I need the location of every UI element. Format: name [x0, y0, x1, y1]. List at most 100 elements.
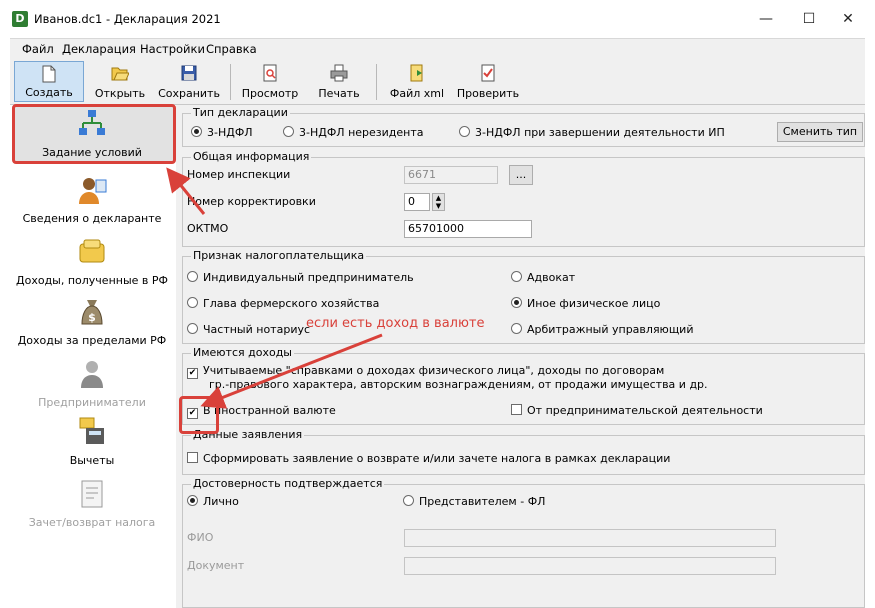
- create-label: Создать: [25, 86, 73, 99]
- correction-input[interactable]: 0: [404, 193, 430, 211]
- save-label: Сохранить: [158, 87, 220, 100]
- preview-label: Просмотр: [241, 87, 299, 100]
- group-title: Общая информация: [191, 150, 312, 163]
- radio-label: Глава фермерского хозяйства: [203, 297, 380, 310]
- deductions-icon: [79, 417, 104, 444]
- checkbox-certified-income[interactable]: ✔ Учитываемые "справками о доходах физиче…: [187, 364, 664, 379]
- nav-item-label: Задание условий: [42, 146, 142, 159]
- radio-dot: [511, 323, 522, 334]
- checkbox-application[interactable]: Сформировать заявление о возврате и/или …: [187, 452, 670, 465]
- check-document-icon: [481, 64, 495, 82]
- menu-help[interactable]: Справка: [206, 42, 257, 56]
- nav-item-label: Доходы за пределами РФ: [17, 334, 167, 347]
- fio-label: ФИО: [187, 531, 214, 544]
- coins-icon: [79, 239, 105, 263]
- certified-income-line2: гр.-правового характера, авторским возна…: [209, 378, 708, 391]
- menu-declaration[interactable]: Декларация: [62, 42, 136, 56]
- nav-item-label: Доходы, полученные в РФ: [16, 274, 168, 287]
- checkbox-business-income[interactable]: От предпринимательской деятельности: [511, 404, 763, 417]
- application-group: Данные заявления Сформировать заявление …: [182, 428, 865, 475]
- radio-3ndfl[interactable]: 3-НДФЛ: [191, 126, 253, 139]
- authenticity-group: Достоверность подтверждается Лично Предс…: [182, 477, 865, 608]
- window-title: Иванов.dc1 - Декларация 2021: [34, 12, 221, 26]
- checkbox-label: Сформировать заявление о возврате и/или …: [203, 452, 671, 465]
- oktmo-input[interactable]: 65701000: [404, 220, 532, 238]
- checkbox-highlight-frame: [179, 396, 219, 434]
- radio-dot: [511, 297, 522, 308]
- close-button[interactable]: ✕: [825, 6, 871, 32]
- radio-label: Представителем - ФЛ: [419, 495, 546, 508]
- toolbar-separator: [230, 64, 231, 100]
- radio-dot: [511, 271, 522, 282]
- menu-settings[interactable]: Настройки: [140, 42, 205, 56]
- nav-item-refund[interactable]: Зачет/возврат налога: [10, 474, 174, 544]
- radio-label: Арбитражный управляющий: [527, 323, 694, 336]
- person-icon: [79, 178, 107, 204]
- save-button[interactable]: Сохранить: [154, 61, 224, 102]
- radio-individual-entrepreneur[interactable]: Индивидуальный предприниматель: [187, 271, 414, 284]
- checkbox-box: [187, 452, 198, 463]
- radio-label: 3-НДФЛ нерезидента: [299, 126, 424, 139]
- checkbox-box: [511, 404, 522, 415]
- main-panel: Тип декларации 3-НДФЛ 3-НДФЛ нерезидента…: [176, 105, 865, 608]
- radio-label: Частный нотариус: [203, 323, 311, 336]
- xml-file-icon: [410, 64, 423, 82]
- radio-notary[interactable]: Частный нотариус: [187, 323, 310, 336]
- radio-dot: [187, 495, 198, 506]
- open-label: Открыть: [94, 87, 146, 100]
- radio-personally[interactable]: Лично: [187, 495, 239, 508]
- radio-dot: [187, 323, 198, 334]
- nav-item-income-abroad[interactable]: $ Доходы за пределами РФ: [10, 292, 174, 362]
- refund-document-icon: [81, 480, 103, 508]
- checkbox-label: От предпринимательской деятельности: [527, 404, 763, 417]
- radio-3ndfl-ip-closing[interactable]: 3-НДФЛ при завершении деятельности ИП: [459, 126, 725, 139]
- radio-dot: [459, 126, 470, 137]
- preview-button[interactable]: Просмотр: [236, 61, 304, 102]
- radio-dot: [283, 126, 294, 137]
- group-title: Признак налогоплательщика: [191, 249, 367, 262]
- menu-file[interactable]: Файл: [22, 42, 54, 56]
- open-button[interactable]: Открыть: [90, 61, 150, 102]
- change-type-button[interactable]: Сменить тип: [777, 122, 863, 142]
- xml-file-button[interactable]: Файл xml: [384, 61, 450, 102]
- radio-dot: [191, 126, 202, 137]
- radio-farm-head[interactable]: Глава фермерского хозяйства: [187, 297, 379, 310]
- annotation-text: если есть доход в валюте: [306, 316, 485, 331]
- menu-bar: Файл Декларация Настройки Справка: [10, 38, 865, 61]
- nav-item-conditions[interactable]: Задание условий: [10, 104, 174, 164]
- checkmark-icon: ✔: [187, 368, 198, 379]
- fio-input[interactable]: [404, 529, 776, 547]
- correction-label: Номер корректировки: [187, 195, 316, 208]
- radio-label: Иное физическое лицо: [527, 297, 661, 310]
- title-bar: D Иванов.dc1 - Декларация 2021 — ☐ ✕: [0, 0, 875, 38]
- radio-label: 3-НДФЛ: [207, 126, 253, 139]
- radio-dot: [403, 495, 414, 506]
- inspection-input[interactable]: 6671: [404, 166, 498, 184]
- radio-other-individual[interactable]: Иное физическое лицо: [511, 297, 660, 310]
- group-title: Имеются доходы: [191, 346, 294, 359]
- document-label: Документ: [187, 559, 245, 572]
- general-info-group: Общая информация Номер инспекции 6671 ..…: [182, 150, 865, 247]
- radio-3ndfl-nonresident[interactable]: 3-НДФЛ нерезидента: [283, 126, 424, 139]
- group-title: Достоверность подтверждается: [191, 477, 385, 490]
- print-button[interactable]: Печать: [308, 61, 370, 102]
- preview-icon: [263, 64, 277, 82]
- radio-lawyer[interactable]: Адвокат: [511, 271, 575, 284]
- radio-label: 3-НДФЛ при завершении деятельности ИП: [475, 126, 725, 139]
- new-document-icon: [42, 65, 56, 83]
- nav-item-deductions[interactable]: Вычеты: [10, 412, 174, 482]
- check-button[interactable]: Проверить: [454, 61, 522, 102]
- radio-dot: [187, 297, 198, 308]
- browse-button[interactable]: ...: [509, 165, 533, 185]
- correction-spinner[interactable]: ▲ ▼: [432, 193, 445, 211]
- radio-arbitration-manager[interactable]: Арбитражный управляющий: [511, 323, 693, 336]
- declaration-type-group: Тип декларации 3-НДФЛ 3-НДФЛ нерезидента…: [182, 106, 865, 147]
- minimize-button[interactable]: —: [743, 6, 789, 32]
- document-input[interactable]: [404, 557, 776, 575]
- nav-item-declarant[interactable]: Сведения о декларанте: [10, 170, 174, 240]
- create-button[interactable]: Создать: [14, 61, 84, 102]
- radio-representative[interactable]: Представителем - ФЛ: [403, 495, 545, 508]
- nav-item-label: Сведения о декларанте: [22, 212, 162, 225]
- print-label: Печать: [318, 87, 360, 100]
- group-title: Тип декларации: [191, 106, 290, 119]
